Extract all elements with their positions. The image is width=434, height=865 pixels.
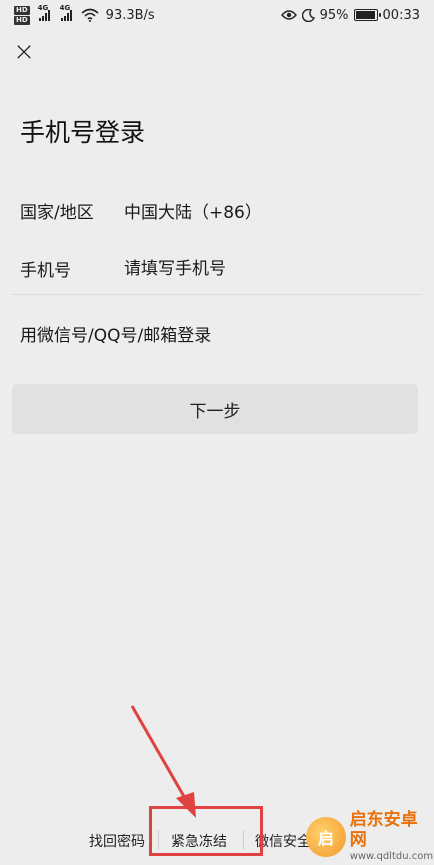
region-selector[interactable]: 国家/地区 中国大陆（+86） (20, 198, 262, 223)
phone-row: 手机号 (20, 256, 374, 281)
signal-icon: 4G (38, 4, 50, 21)
next-button[interactable]: 下一步 (12, 384, 418, 434)
hd-icon: HD (14, 5, 30, 15)
watermark: 启 启东安卓网 www.qdltdu.com (306, 808, 434, 865)
alt-login-link[interactable]: 用微信号/QQ号/邮箱登录 (20, 321, 211, 346)
phone-input[interactable] (124, 258, 374, 279)
status-bar-right: 95% 00:33 (280, 7, 420, 23)
battery-icon (353, 9, 381, 21)
network-speed: 93.3B/s (105, 7, 155, 23)
eye-icon (280, 10, 297, 20)
moon-icon (301, 8, 315, 22)
battery-percent: 95% (319, 7, 349, 23)
clock: 00:33 (382, 7, 420, 23)
divider (12, 294, 422, 295)
close-icon[interactable]: × (12, 39, 36, 65)
region-label: 国家/地区 (20, 203, 94, 223)
signal-icon: 4G (60, 4, 72, 21)
status-bar: HD HD 4G 4G 93.3B/s 95% 00:33 (0, 0, 434, 30)
hd-indicators: HD HD (14, 5, 30, 25)
watermark-url: www.qdltdu.com (349, 851, 434, 862)
phone-label: 手机号 (20, 261, 71, 281)
status-bar-left: HD HD 4G 4G 93.3B/s (14, 4, 155, 25)
wifi-icon (81, 8, 99, 22)
page-title: 手机号登录 (20, 118, 146, 147)
find-password-link[interactable]: 找回密码 (89, 831, 145, 851)
watermark-text: 启东安卓网 www.qdltdu.com (350, 810, 434, 863)
annotation-highlight-box (149, 806, 263, 856)
watermark-title: 启东安卓网 (349, 810, 418, 850)
watermark-logo-icon: 启 (306, 816, 346, 857)
region-value: 中国大陆（+86） (124, 203, 262, 223)
hd-icon: HD (14, 15, 30, 25)
battery-level (355, 11, 375, 19)
